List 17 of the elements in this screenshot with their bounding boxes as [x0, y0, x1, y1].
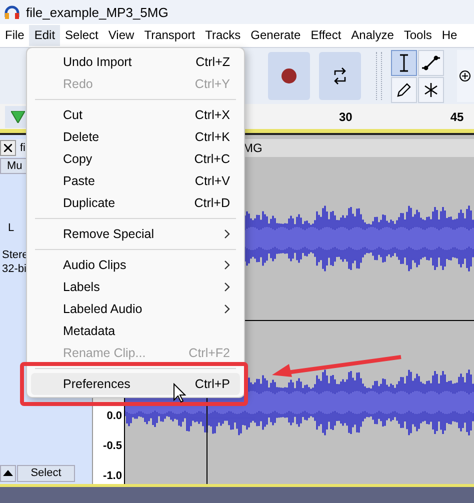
time-tick-label: 45	[450, 110, 464, 124]
shortcut-text: Ctrl+D	[194, 196, 230, 210]
shortcut-text: Ctrl+F2	[188, 346, 230, 360]
shortcut-text: Ctrl+X	[194, 108, 230, 122]
shortcut-text: Ctrl+Y	[194, 77, 230, 91]
shortcut-text: Ctrl+C	[194, 152, 230, 166]
window-title: file_example_MP3_5MG	[26, 4, 168, 20]
shortcut-text: Ctrl+Z	[196, 55, 230, 69]
time-tick-label: 30	[339, 110, 352, 124]
track-info-text: 32-bi	[1, 262, 26, 276]
shortcut-text: Ctrl+P	[194, 377, 230, 391]
amplitude-label: -0.5	[103, 440, 122, 452]
shortcut-text: Ctrl+V	[194, 174, 230, 188]
amplitude-label: 0.0	[106, 410, 122, 422]
amplitude-label: -1.0	[103, 470, 122, 482]
pan-left-label: L	[8, 222, 14, 234]
shortcut-text: Ctrl+K	[194, 130, 230, 144]
